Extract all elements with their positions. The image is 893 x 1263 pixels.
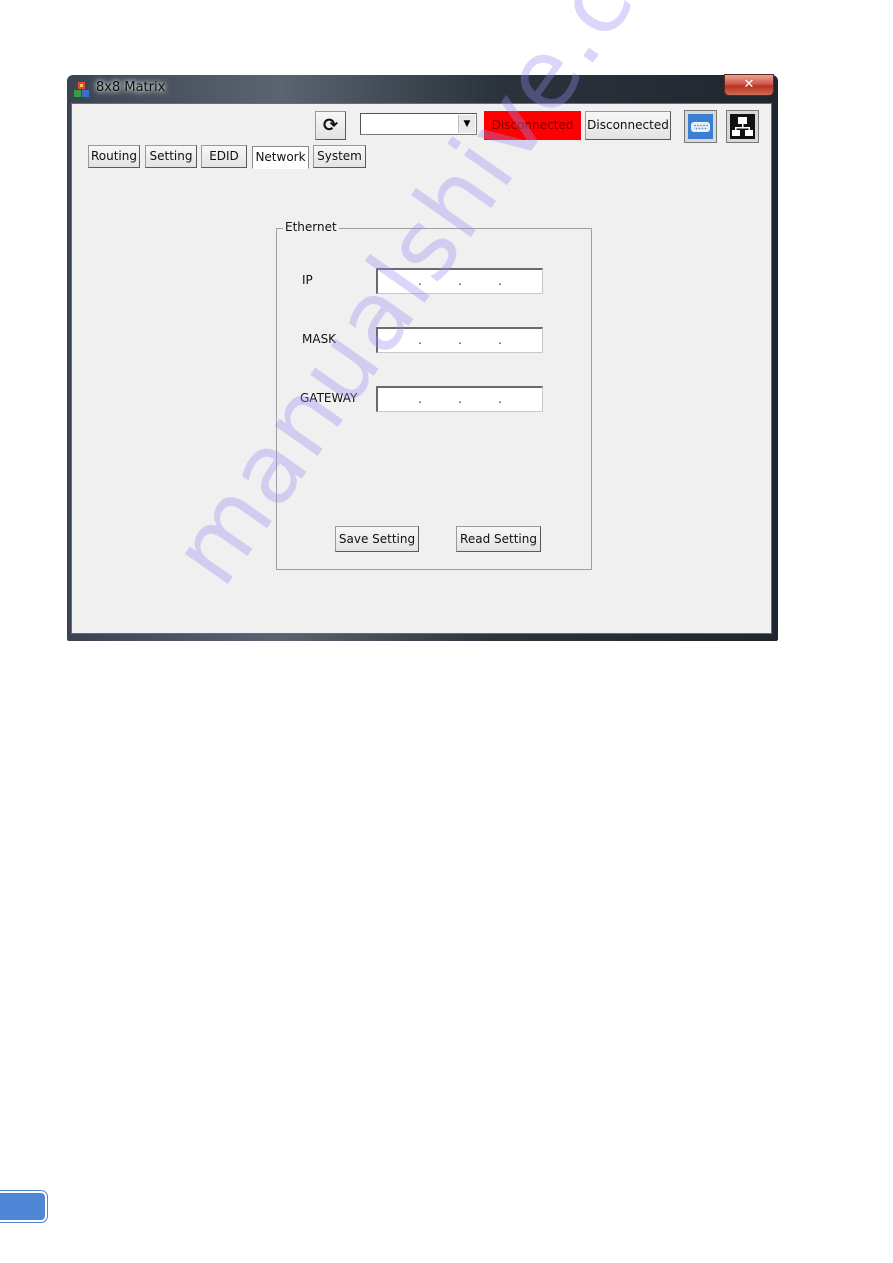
tab-setting[interactable]: Setting <box>145 145 197 168</box>
gateway-label: GATEWAY <box>300 391 358 405</box>
port-select[interactable]: ▼ <box>360 113 477 135</box>
save-setting-button[interactable]: Save Setting <box>335 526 419 552</box>
mask-label: MASK <box>302 332 337 346</box>
title-bar[interactable]: 8x8 Matrix ✕ <box>67 74 778 103</box>
tab-system[interactable]: System <box>313 145 366 168</box>
connection-status-indicator: Disconnected <box>484 111 581 140</box>
serial-port-icon <box>688 114 713 139</box>
ip-separator: . <box>498 392 502 406</box>
ethernet-group-title: Ethernet <box>283 220 339 234</box>
ip-address-input[interactable]: . . . <box>376 268 543 294</box>
gateway-input[interactable]: . . . <box>376 386 543 412</box>
chevron-down-icon[interactable]: ▼ <box>458 115 475 133</box>
ip-separator: . <box>498 333 502 347</box>
serial-mode-button[interactable] <box>684 110 717 143</box>
tab-edid[interactable]: EDID <box>201 145 247 168</box>
ip-separator: . <box>458 392 462 406</box>
read-setting-button[interactable]: Read Setting <box>456 526 541 552</box>
app-icon <box>74 82 89 97</box>
network-icon <box>730 114 755 139</box>
client-area: ⟳ ▼ Disconnected Disconnected Routing Se… <box>71 103 772 634</box>
mask-input[interactable]: . . . <box>376 327 543 353</box>
ip-separator: . <box>418 274 422 288</box>
network-mode-button[interactable] <box>726 110 759 143</box>
ethernet-group: Ethernet IP . . . MASK . . . GATEWAY . .… <box>276 220 592 570</box>
tab-routing[interactable]: Routing <box>88 145 140 168</box>
ip-separator: . <box>458 333 462 347</box>
connect-button[interactable]: Disconnected <box>585 111 671 140</box>
ip-separator: . <box>458 274 462 288</box>
ip-separator: . <box>498 274 502 288</box>
refresh-button[interactable]: ⟳ <box>315 111 346 140</box>
refresh-icon: ⟳ <box>322 115 339 136</box>
ip-separator: . <box>418 392 422 406</box>
tab-network[interactable]: Network <box>252 146 309 169</box>
close-button[interactable]: ✕ <box>724 74 774 96</box>
page-number-tab <box>0 1190 48 1223</box>
ip-separator: . <box>418 333 422 347</box>
app-window: 8x8 Matrix ✕ ⟳ ▼ Disconnected Disconnect… <box>67 74 778 641</box>
window-title: 8x8 Matrix <box>96 80 166 95</box>
ip-label: IP <box>302 273 313 287</box>
